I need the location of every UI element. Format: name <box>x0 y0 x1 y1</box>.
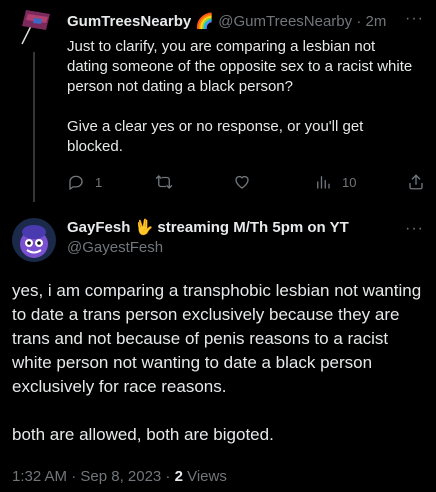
share-button[interactable] <box>407 172 425 192</box>
reply-header: GumTreesNearby 🌈 @GumTreesNearby · 2m <box>67 12 427 32</box>
main-avatar[interactable] <box>12 218 56 262</box>
views-bar-icon <box>317 176 330 189</box>
tweet-meta: 1:32 AM · Sep 8, 2023 · 2 Views <box>12 467 227 487</box>
reply-avatar[interactable] <box>12 4 56 48</box>
main-handle[interactable]: @GayestFesh <box>67 238 163 258</box>
main-views-label: Views <box>182 468 227 485</box>
rainbow-emoji: 🌈 <box>195 13 215 30</box>
reply-icon <box>69 175 83 190</box>
main-tweet-text: yes, i am comparing a transphobic lesbia… <box>12 281 422 444</box>
reply-handle[interactable]: @GumTreesNearby <box>218 13 352 30</box>
main-more-icon[interactable]: ··· <box>405 221 424 237</box>
reply-tweet[interactable]: GumTreesNearby 🌈 @GumTreesNearby · 2m ··… <box>0 0 436 202</box>
views-button[interactable]: 10 <box>314 172 356 192</box>
thread-line <box>33 52 35 202</box>
main-display-name[interactable]: GayFesh 🖖 streaming M/Th 5pm on YT <box>67 218 349 238</box>
reply-more-icon[interactable]: ··· <box>405 11 424 27</box>
reply-action-bar: 1 10 <box>67 172 427 192</box>
main-views-count: 2 <box>174 468 183 485</box>
reply-button[interactable]: 1 <box>67 172 102 192</box>
reply-separator: · <box>356 13 362 30</box>
retweet-icon <box>155 175 173 189</box>
purple-mascot-avatar-icon <box>12 218 56 262</box>
reply-time[interactable]: 2m <box>365 13 386 30</box>
reply-display-name[interactable]: GumTreesNearby <box>67 13 191 30</box>
tweet-timestamp[interactable]: 1:32 AM · Sep 8, 2023 · <box>12 468 175 485</box>
retweet-button[interactable] <box>155 172 173 192</box>
reply-count: 1 <box>95 174 103 190</box>
share-icon <box>409 174 423 190</box>
views-count: 10 <box>342 174 357 190</box>
reply-text: Just to clarify, you are comparing a les… <box>67 38 413 155</box>
heart-icon <box>235 175 249 189</box>
like-button[interactable] <box>233 172 251 192</box>
flag-avatar-icon <box>21 10 50 45</box>
